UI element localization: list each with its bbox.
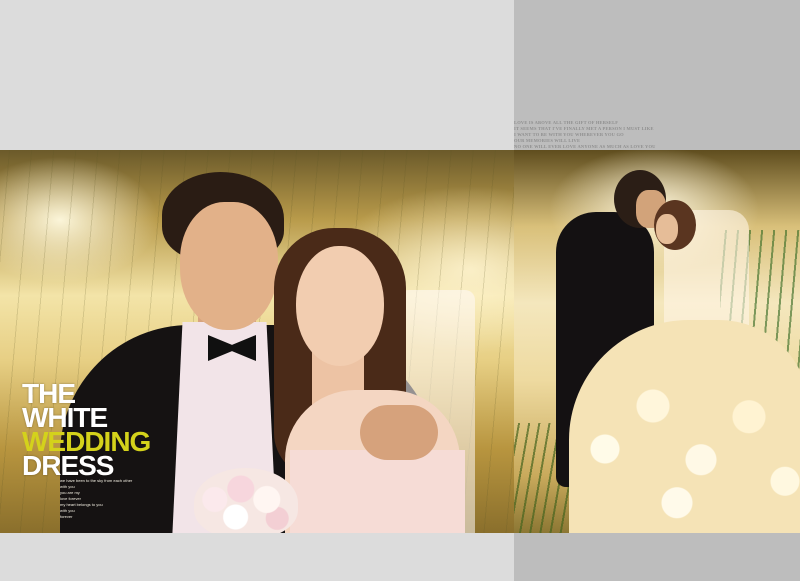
wedding-dress-title: THE WHITE WEDDING DRESS <box>22 380 151 481</box>
bride-dress <box>290 450 465 533</box>
right-page-caption: LOVE IS ABOVE ALL THE GIFT OF HERSELF IT… <box>514 120 714 150</box>
groom-arm <box>360 405 438 460</box>
title-line-dress: DRESS <box>22 450 114 481</box>
bride-profile <box>656 214 678 244</box>
subtext-line: forever <box>60 514 73 519</box>
couple-kissing-photo <box>514 150 800 533</box>
title-subtext: we have been to the sky from each other … <box>60 478 142 520</box>
bride-face <box>296 246 384 366</box>
bottom-band-right <box>514 533 800 581</box>
bottom-band-left <box>0 533 514 581</box>
groom-face <box>180 202 278 330</box>
top-band-left <box>0 0 514 150</box>
bridal-bouquet <box>194 468 298 533</box>
